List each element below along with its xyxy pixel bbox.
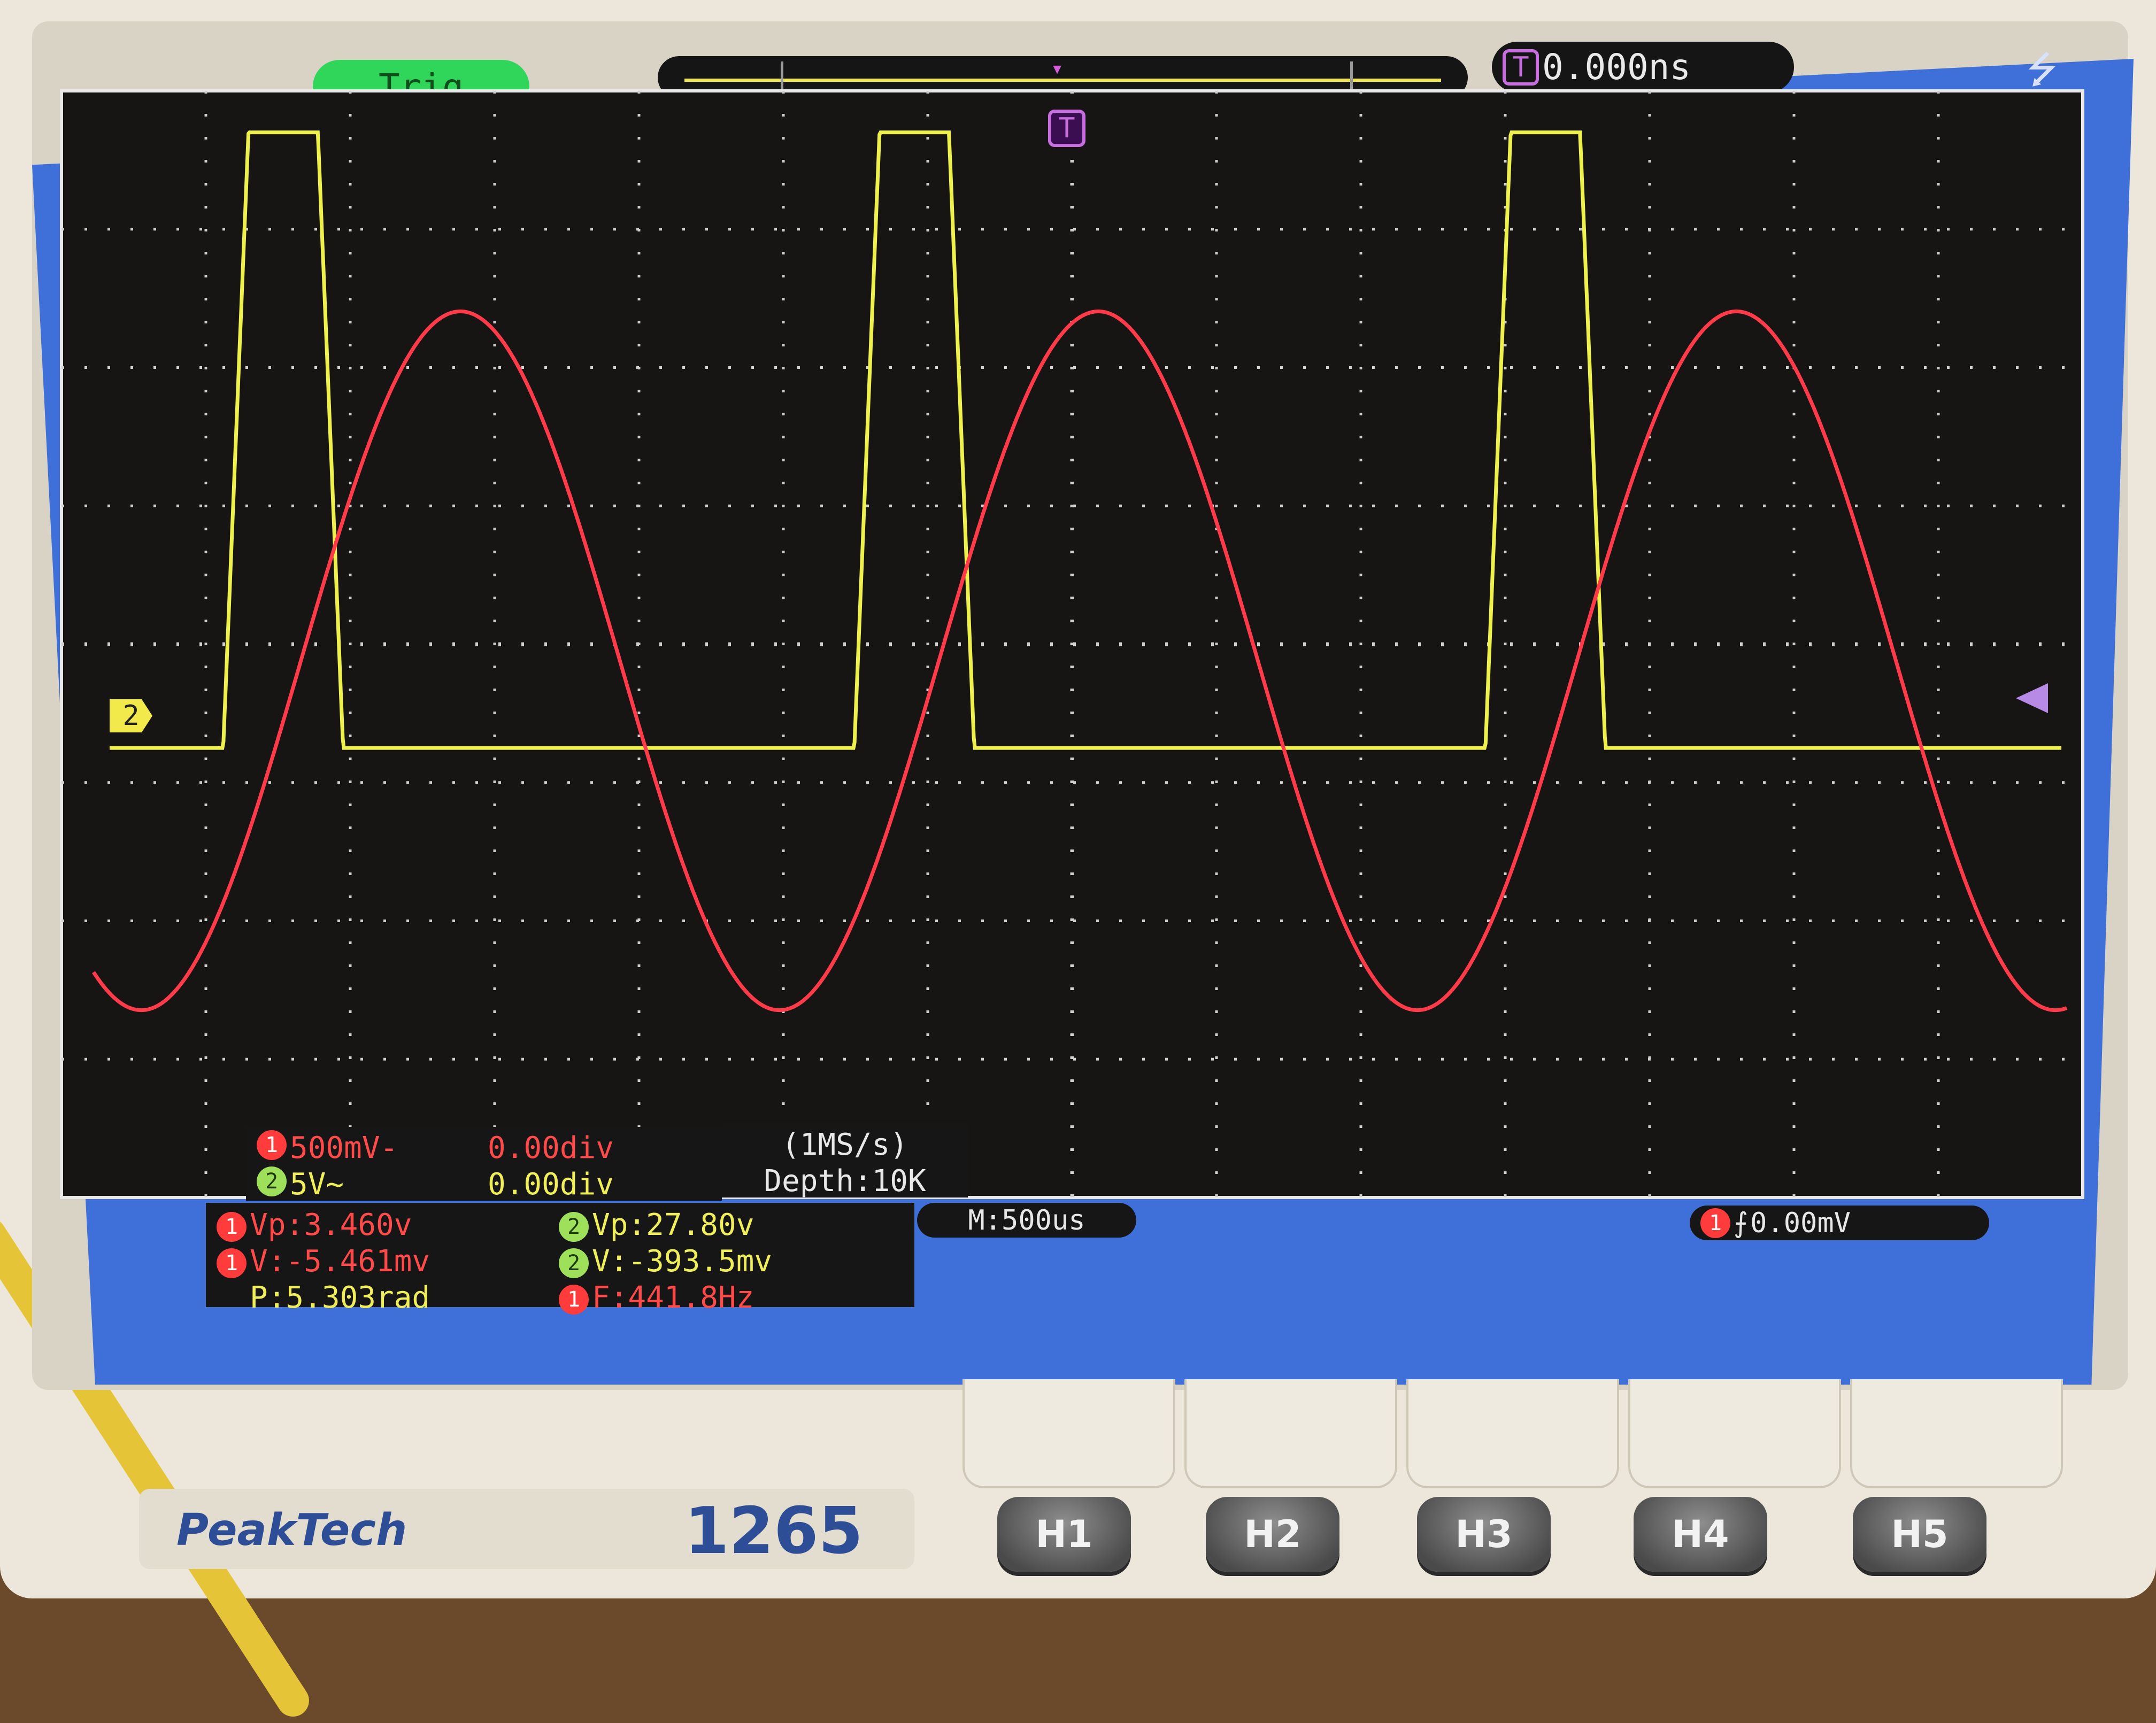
- button-tab: [1628, 1379, 1841, 1488]
- ch2-badge: 2: [257, 1166, 287, 1196]
- trigger-settings-readout: 1 ⨍ 0.00mV: [1690, 1206, 1989, 1240]
- brand-plate: PeakTech 1265: [139, 1489, 914, 1569]
- button-tab: [1406, 1379, 1619, 1488]
- ch1-badge: 1: [559, 1284, 589, 1315]
- button-tab: [962, 1379, 1175, 1488]
- trigger-time-marker: T: [1048, 110, 1085, 147]
- measurement-item: 2 V:-393.5mv: [559, 1243, 772, 1280]
- measurement-item: 2 Vp:27.80v: [559, 1207, 754, 1243]
- measurement-item: 1 Vp:3.460v: [217, 1207, 559, 1243]
- ch1-frequency: F:441.8Hz: [592, 1280, 754, 1315]
- h5-button[interactable]: H5: [1853, 1497, 1986, 1572]
- waveform-graticule: [60, 89, 2084, 1199]
- model-number: 1265: [684, 1494, 863, 1569]
- channel-settings-panel: 1 500mV- 0.00div 2 5V~ 0.00div: [246, 1127, 722, 1203]
- ch1-scale: 500mV-: [290, 1131, 398, 1165]
- ch1-badge: 1: [217, 1211, 247, 1242]
- trigger-level-marker: [2016, 683, 2048, 713]
- h3-button[interactable]: H3: [1417, 1497, 1551, 1572]
- h1-button[interactable]: H1: [997, 1497, 1131, 1572]
- trigger-position-icon: ▾: [1051, 56, 1064, 81]
- waveform-display: [51, 80, 2104, 1208]
- ch1-vmean: V:-5.461mv: [250, 1244, 430, 1279]
- ch1-badge: 1: [217, 1248, 247, 1278]
- ch2-offset: 0.00div: [488, 1167, 614, 1202]
- acquisition-panel: (1MS/s) Depth:10K: [722, 1124, 968, 1199]
- timebase-readout: M:500us: [917, 1203, 1136, 1238]
- measurement-row: 1 Vp:3.460v 2 Vp:27.80v: [217, 1207, 904, 1243]
- brand-logo: PeakTech: [176, 1505, 407, 1556]
- measurements-panel: 1 Vp:3.460v 2 Vp:27.80v 1 V:-5.461mv 2 V:-39…: [206, 1203, 914, 1315]
- rising-edge-icon: ⨍: [1734, 1207, 1749, 1239]
- trigger-level-value: 0.00mV: [1750, 1207, 1851, 1239]
- button-tab: [1184, 1379, 1397, 1488]
- measurement-row: 1 V:-5.461mv 2 V:-393.5mv: [217, 1243, 904, 1280]
- ch2-vp: Vp:27.80v: [592, 1208, 754, 1242]
- measurement-row: P:5.303rad 1 F:441.8Hz: [217, 1280, 904, 1316]
- ch2-badge: 2: [559, 1211, 589, 1242]
- ch2-setting-row: 2 5V~ 0.00div: [257, 1166, 711, 1203]
- memory-depth: Depth:10K: [764, 1164, 926, 1199]
- ch2-vmean: V:-393.5mv: [592, 1244, 773, 1279]
- measurement-item: 1 F:441.8Hz: [559, 1280, 754, 1316]
- phase-reading: P:5.303rad: [250, 1280, 430, 1315]
- trigger-source-badge: 1: [1700, 1208, 1730, 1238]
- sample-rate: (1MS/s): [781, 1127, 908, 1162]
- ch1-badge: 1: [257, 1130, 287, 1160]
- measurement-item: 1 V:-5.461mv: [217, 1243, 559, 1280]
- measurement-item: P:5.303rad: [217, 1280, 559, 1316]
- ch2-badge: 2: [559, 1248, 589, 1278]
- ch1-setting-row: 1 500mV- 0.00div: [257, 1130, 711, 1166]
- ch2-scale: 5V~: [290, 1167, 344, 1202]
- h2-button[interactable]: H2: [1206, 1497, 1339, 1572]
- h4-button[interactable]: H4: [1634, 1497, 1767, 1572]
- ch1-vp: Vp:3.460v: [250, 1208, 412, 1242]
- ch1-offset: 0.00div: [488, 1131, 614, 1165]
- button-tab: [1850, 1379, 2063, 1488]
